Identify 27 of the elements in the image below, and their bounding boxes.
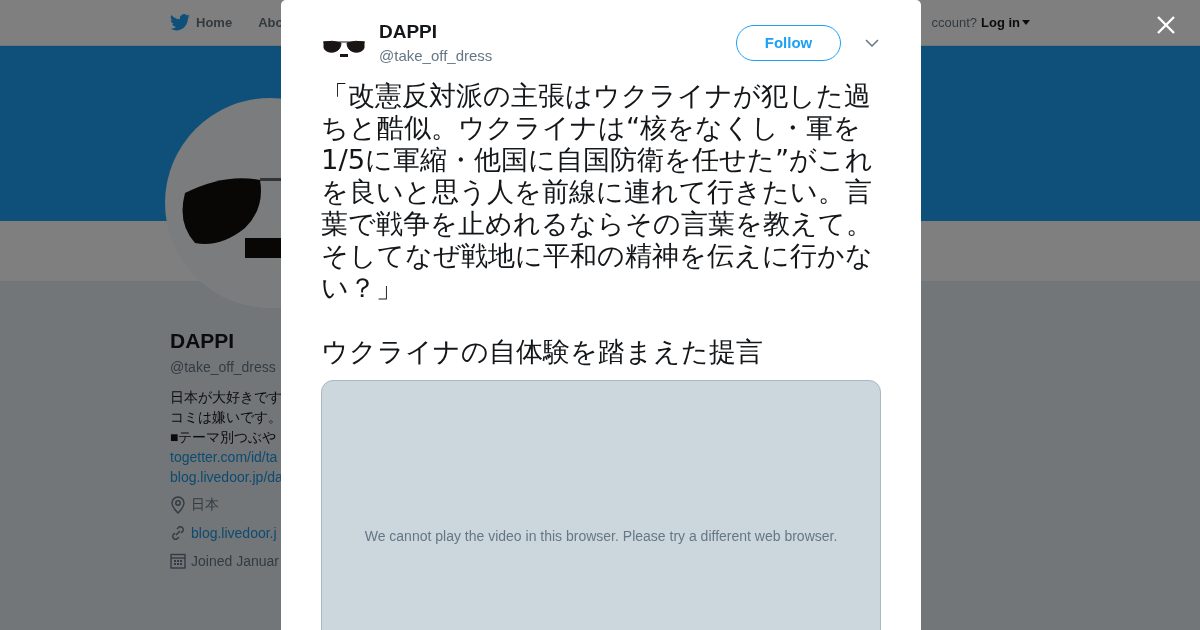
follow-button[interactable]: Follow (736, 24, 841, 61)
location-pin-icon (170, 496, 186, 514)
joined-date: Joined Januar (191, 553, 279, 569)
bird-icon (170, 14, 190, 31)
home-link[interactable]: Home (170, 14, 233, 31)
profile-handle: @take_off_dress (170, 359, 276, 375)
profile-name: DAPPI (170, 329, 235, 353)
account-prompt: ccount? (931, 15, 977, 30)
bio-line: ■テーマ別つぶや (170, 428, 277, 447)
profile-location: 日本 (191, 496, 219, 514)
author-handle: @take_off_dress (379, 47, 493, 64)
bio-line: コミは嫌いです。 (170, 408, 282, 427)
tweet-text: 「改憲反対派の主張はウクライナが犯した過ちと酷似。ウクライナは“核をなくし・軍を1/5に軍縮・他国に自国防衛を任せた”がこれを良いと思う人を前線に連れて行きたい。言葉で戦争を止めれるならその言葉を教えて。そしてなぜ戦地に平和の精神を伝えに行かない？」 (321, 80, 875, 304)
link-icon (170, 525, 186, 541)
calendar-icon (170, 553, 186, 569)
login-link[interactable]: Log in (981, 15, 1030, 30)
video-player[interactable]: We cannot play the video in this browser. Please try a different web browser. (321, 380, 881, 630)
video-error-message: We cannot play the video in this browser. Please try a different web browser. (364, 528, 838, 546)
chevron-down-icon[interactable] (865, 38, 879, 47)
close-icon[interactable] (1155, 14, 1177, 36)
caret-icon (1022, 20, 1030, 25)
video-title: ウクライナの自体験を踏まえた提言 (321, 336, 764, 368)
bio-link[interactable]: togetter.com/id/ta (170, 447, 278, 467)
bio-line: 日本が大好きです (170, 388, 282, 407)
bio-link[interactable]: blog.livedoor.jp/da (170, 467, 283, 487)
website-link[interactable]: blog.livedoor.j (191, 525, 277, 541)
author-name: DAPPI (379, 21, 438, 43)
